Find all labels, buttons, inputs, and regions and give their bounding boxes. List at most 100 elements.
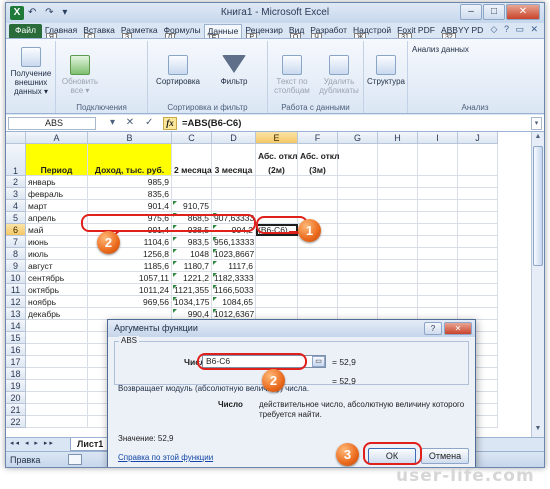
cell[interactable] — [458, 212, 498, 224]
row-header-13[interactable]: 13 — [6, 308, 26, 320]
cell[interactable] — [378, 236, 418, 248]
outline-button[interactable]: Структура — [366, 55, 406, 86]
cell-b11[interactable]: 1011,24 — [88, 284, 172, 296]
tab-formulas[interactable]: ФормулыЛ — [161, 24, 204, 43]
close-button[interactable]: ✕ — [506, 4, 540, 20]
cell-b5[interactable]: 975,6 — [88, 212, 172, 224]
cell[interactable] — [458, 200, 498, 212]
cell-d1[interactable]: 3 месяца — [212, 164, 256, 176]
cell-d4[interactable] — [212, 200, 256, 212]
scroll-down-icon[interactable]: ▼ — [533, 425, 543, 436]
row-header-18[interactable]: 18 — [6, 368, 26, 380]
cell[interactable] — [378, 212, 418, 224]
cell[interactable] — [298, 176, 338, 188]
cell[interactable] — [338, 284, 378, 296]
cell-c4[interactable]: 910,75 — [172, 200, 212, 212]
cell[interactable] — [418, 144, 458, 176]
cancel-button[interactable]: Отмена — [421, 448, 469, 464]
tab-home[interactable]: ГлавнаяЯ — [42, 24, 80, 43]
cell[interactable] — [338, 248, 378, 260]
cell[interactable] — [338, 224, 378, 236]
cell-f1-line2[interactable]: (3м) — [298, 164, 338, 176]
cell[interactable] — [378, 272, 418, 284]
cell-c9[interactable]: 1180,7 — [172, 260, 212, 272]
expand-formula-bar-icon[interactable]: ▾ — [531, 117, 542, 130]
cell[interactable] — [26, 344, 88, 356]
cell[interactable] — [26, 320, 88, 332]
cell[interactable] — [298, 296, 338, 308]
row-header-20[interactable]: 20 — [6, 392, 26, 404]
cell[interactable] — [378, 260, 418, 272]
cell[interactable] — [418, 224, 458, 236]
cell-a12[interactable]: ноябрь — [26, 296, 88, 308]
row-header-21[interactable]: 21 — [6, 404, 26, 416]
dialog-close-button[interactable]: ✕ — [444, 322, 472, 335]
cell[interactable] — [458, 272, 498, 284]
cell[interactable] — [26, 416, 88, 428]
row-header-1[interactable]: 1 — [6, 144, 26, 176]
tab-file[interactable]: Файл — [9, 24, 42, 38]
vertical-scrollbar[interactable]: ▲ ▼ — [531, 132, 544, 437]
cell[interactable] — [338, 236, 378, 248]
cell-c12[interactable]: 1034,175 — [172, 296, 212, 308]
cell-d5[interactable]: 907,63333 — [212, 212, 256, 224]
cell-a9[interactable]: август — [26, 260, 88, 272]
cell-d11[interactable]: 1166,5033 — [212, 284, 256, 296]
formula-input[interactable]: =ABS(B6-C6) — [182, 117, 241, 130]
dialog-help-button[interactable]: ? — [424, 322, 442, 335]
tab-review[interactable]: РецензирР — [242, 24, 286, 43]
row-header-16[interactable]: 16 — [6, 344, 26, 356]
cell-d12[interactable]: 1084,65 — [212, 296, 256, 308]
cell-d8[interactable]: 1023,8667 — [212, 248, 256, 260]
cell[interactable] — [26, 356, 88, 368]
cell[interactable] — [338, 296, 378, 308]
cell[interactable] — [26, 392, 88, 404]
select-all-corner[interactable] — [6, 132, 26, 144]
active-cell-e6[interactable]: (B6-C6) — [256, 224, 298, 236]
cell[interactable] — [338, 212, 378, 224]
cell-d9[interactable]: 1117,6 — [212, 260, 256, 272]
cell[interactable] — [458, 188, 498, 200]
row-header-12[interactable]: 12 — [6, 296, 26, 308]
cell-b12[interactable]: 969,56 — [88, 296, 172, 308]
cell-e1-line1[interactable]: Абс. откл — [256, 150, 298, 162]
cell[interactable] — [338, 144, 378, 176]
cell[interactable] — [256, 212, 298, 224]
cell[interactable] — [418, 176, 458, 188]
tab-insert[interactable]: ВставкаС — [80, 24, 118, 43]
cell-c11[interactable]: 1121,355 — [172, 284, 212, 296]
cell-c7[interactable]: 983,5 — [172, 236, 212, 248]
maximize-button[interactable]: □ — [483, 4, 505, 20]
cell-b2[interactable]: 985,9 — [88, 176, 172, 188]
tab-page-layout[interactable]: РазметкаЗ — [118, 24, 161, 43]
cell-c1[interactable]: 2 месяца — [172, 164, 212, 176]
cell[interactable] — [378, 296, 418, 308]
cell-d10[interactable]: 1182,3333 — [212, 272, 256, 284]
cell-a11[interactable]: октябрь — [26, 284, 88, 296]
cell-e1-line2[interactable]: (2м) — [256, 164, 298, 176]
sheet-nav-buttons[interactable]: ◂◂ ◂ ▸ ▸▸ — [10, 439, 55, 447]
cell[interactable] — [418, 296, 458, 308]
cell[interactable] — [378, 188, 418, 200]
function-help-link[interactable]: Справка по этой функции — [118, 453, 213, 462]
row-header-5[interactable]: 5 — [6, 212, 26, 224]
formula-bar-buttons[interactable]: ▾ ✕ ✓ — [110, 117, 157, 128]
cell-a5[interactable]: апрель — [26, 212, 88, 224]
cell-c2[interactable] — [172, 176, 212, 188]
row-header-19[interactable]: 19 — [6, 380, 26, 392]
cell-a13[interactable]: декабрь — [26, 308, 88, 320]
cell-a10[interactable]: сентябрь — [26, 272, 88, 284]
scrollbar-thumb[interactable] — [533, 146, 543, 266]
column-header-a[interactable]: A — [26, 132, 88, 144]
scroll-up-icon[interactable]: ▲ — [533, 133, 543, 144]
cell-b9[interactable]: 1185,6 — [88, 260, 172, 272]
row-header-8[interactable]: 8 — [6, 248, 26, 260]
ok-button[interactable]: ОК — [368, 448, 416, 464]
row-header-6[interactable]: 6 — [6, 224, 26, 236]
cell-b10[interactable]: 1057,11 — [88, 272, 172, 284]
collapse-dialog-icon[interactable]: ▭ — [312, 356, 325, 367]
cell[interactable] — [418, 284, 458, 296]
cell[interactable] — [418, 188, 458, 200]
column-header-c[interactable]: C — [172, 132, 212, 144]
column-header-b[interactable]: B — [88, 132, 172, 144]
